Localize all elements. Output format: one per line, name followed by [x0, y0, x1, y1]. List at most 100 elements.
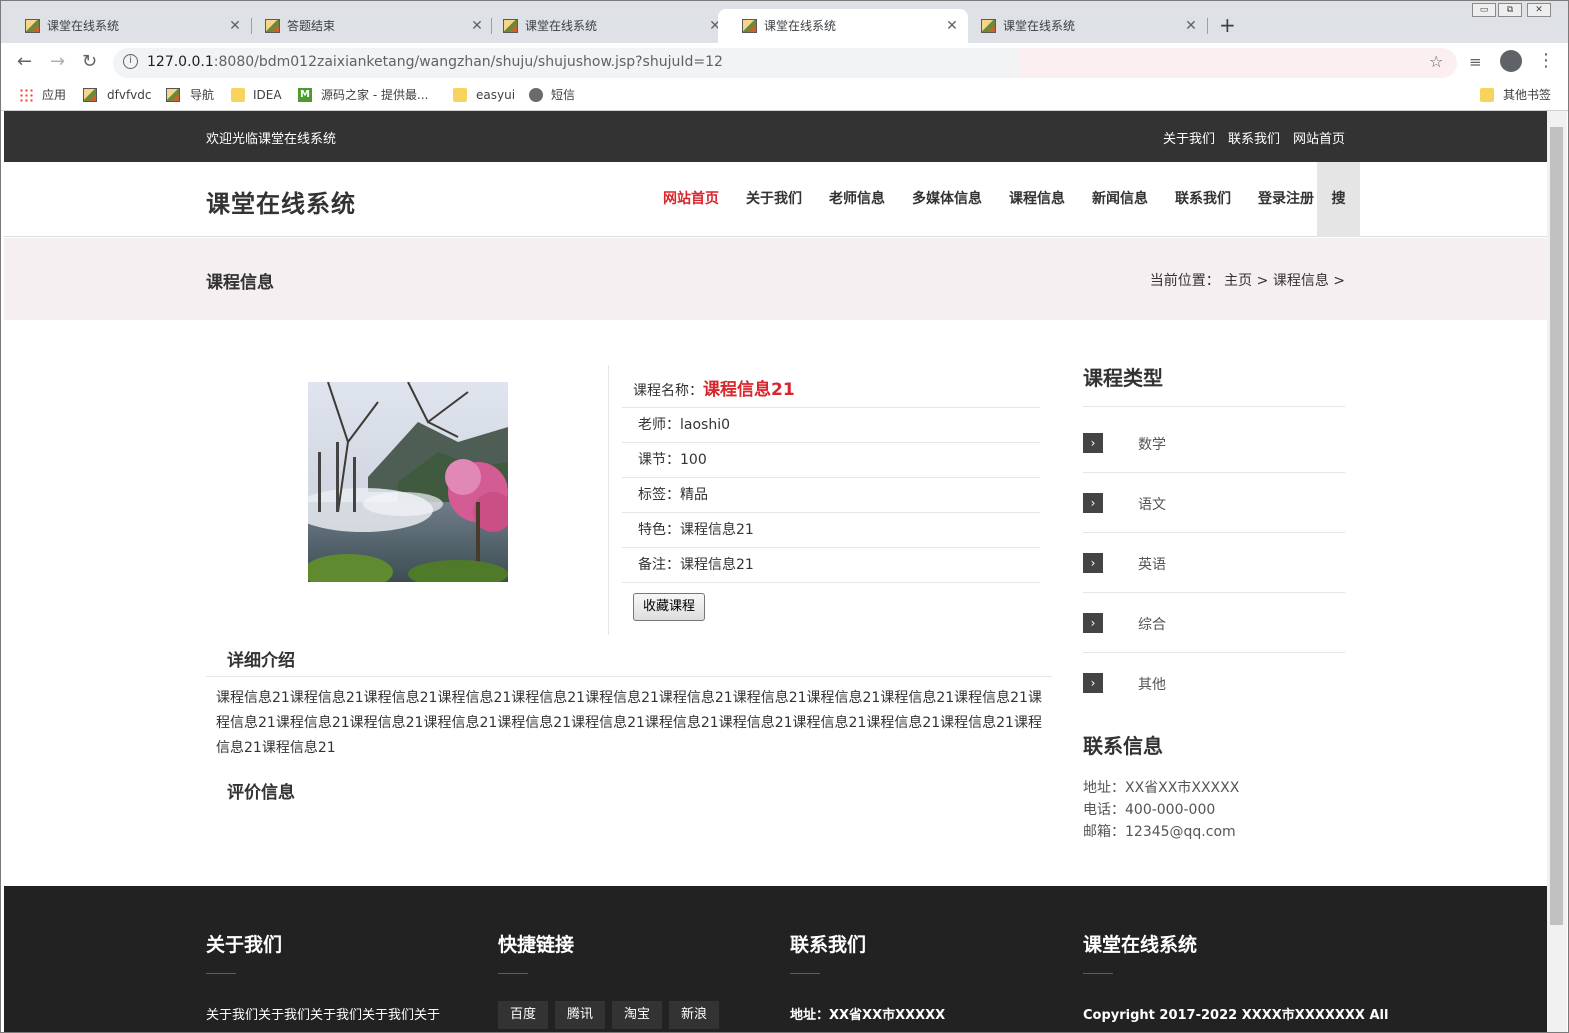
contact-heading: 联系信息 — [1083, 734, 1163, 758]
bookmark-apps[interactable]: 应用 — [19, 87, 66, 103]
course-type-item[interactable]: › 数学 — [1083, 413, 1345, 473]
site-logo[interactable]: 课堂在线系统 — [206, 184, 356, 219]
bookmark-item[interactable]: 导航 — [166, 87, 214, 103]
footer-contact-text: 地址：XX省XX市XXXXX — [790, 1008, 946, 1023]
breadcrumb[interactable]: 当前位置： 主页 > 课程信息 > — [1150, 270, 1345, 290]
close-tab-icon[interactable]: ✕ — [1181, 9, 1201, 43]
bookmark-item[interactable]: M 源码之家 - 提供最... — [298, 87, 428, 103]
footer-site-heading: 课堂在线系统 — [1083, 934, 1198, 956]
divider — [206, 676, 1052, 677]
nav-about[interactable]: 关于我们 — [746, 162, 802, 237]
m-favicon-icon: M — [298, 88, 312, 102]
page-favicon-icon — [981, 19, 996, 33]
browser-tab-active[interactable]: 课堂在线系统 ✕ — [718, 9, 968, 43]
course-types-heading: 课程类型 — [1083, 366, 1163, 390]
field-feature: 特色：课程信息21 — [622, 513, 1040, 548]
bookmark-item[interactable]: dfvfvdc — [83, 87, 151, 103]
bookmark-folder[interactable]: IDEA — [231, 87, 282, 103]
site-info-icon[interactable]: i — [123, 54, 138, 69]
footer-link-taobao[interactable]: 淘宝 — [612, 1001, 663, 1029]
course-name-label: 课程名称： — [633, 383, 703, 399]
chevron-right-icon: › — [1083, 433, 1103, 453]
contact-email: 邮箱：12345@qq.com — [1083, 824, 1236, 840]
divider — [1083, 406, 1345, 407]
nav-home[interactable]: 网站首页 — [663, 162, 719, 237]
page-title: 课程信息 — [206, 273, 274, 293]
page-favicon-icon — [265, 19, 280, 33]
footer-link-sina[interactable]: 新浪 — [669, 1001, 720, 1029]
menu-kebab-icon[interactable]: ⋮ — [1537, 50, 1555, 71]
close-window-icon[interactable]: ✕ — [1527, 3, 1551, 17]
new-tab-icon[interactable]: + — [1219, 13, 1236, 37]
page-viewport: 欢迎光临课堂在线系统 关于我们 联系我们 网站首页 课堂在线系统 网站首页 关于我们老… — [4, 111, 1547, 1032]
course-image — [308, 382, 508, 582]
globe-icon — [529, 88, 543, 102]
back-icon[interactable]: ← — [17, 51, 32, 72]
url-text: 127.0.0.1:8080/bdm012zaixianketang/wangz… — [147, 54, 723, 70]
nav-multimedia[interactable]: 多媒体信息 — [912, 162, 982, 237]
footer-copyright: Copyright 2017-2022 XXXX市XXXXXXX All — [1083, 1008, 1389, 1023]
chevron-right-icon: › — [1083, 493, 1103, 513]
restore-icon[interactable]: ⧉ — [1498, 3, 1522, 17]
site-header: 课堂在线系统 网站首页 关于我们 老师信息 多媒体信息 课程信息 新闻信息 联系我们 登录注册… — [4, 162, 1547, 237]
browser-tab[interactable]: 课堂在线系统 ✕ — [479, 9, 729, 43]
bookmark-folder[interactable]: easyui — [453, 87, 515, 103]
site-footer: 关于我们 关于我们关于我们关于我们关于我们关于 快捷链接 百度 腾讯 淘宝 新浪… — [4, 886, 1547, 1032]
browser-tab[interactable]: 答题结束 ✕ — [241, 9, 492, 43]
nav-teachers[interactable]: 老师信息 — [829, 162, 885, 237]
footer-link-baidu[interactable]: 百度 — [498, 1001, 549, 1029]
media-control-icon[interactable]: ≡ — [1469, 53, 1482, 71]
course-type-item[interactable]: › 综合 — [1083, 593, 1345, 653]
footer-accent-line — [1083, 973, 1113, 974]
course-type-item[interactable]: › 英语 — [1083, 533, 1345, 593]
folder-icon — [453, 88, 467, 102]
top-link-contact[interactable]: 联系我们 — [1228, 132, 1280, 147]
footer-links-heading: 快捷链接 — [498, 934, 575, 956]
course-type-item[interactable]: › 语文 — [1083, 473, 1345, 533]
nav-news[interactable]: 新闻信息 — [1092, 162, 1148, 237]
minimize-icon[interactable]: ▭ — [1472, 3, 1496, 17]
reload-icon[interactable]: ↻ — [82, 51, 97, 72]
footer-contact-heading: 联系我们 — [790, 934, 867, 956]
scrollbar-thumb[interactable] — [1550, 127, 1563, 925]
course-type-item[interactable]: › 其他 — [1083, 653, 1345, 713]
top-link-about[interactable]: 关于我们 — [1163, 132, 1215, 147]
other-bookmarks[interactable]: 其他书签 — [1480, 87, 1551, 103]
detail-text: 课程信息21课程信息21课程信息21课程信息21课程信息21课程信息21课程信息… — [216, 690, 1042, 756]
footer-accent-line — [790, 973, 820, 974]
page-scrollbar[interactable] — [1547, 111, 1567, 1032]
browser-tab[interactable]: 课堂在线系统 ✕ — [1, 9, 252, 43]
contact-address: 地址：XX省XX市XXXXX — [1083, 780, 1240, 796]
nav-login[interactable]: 登录注册 — [1258, 162, 1314, 237]
tab-title: 课堂在线系统 — [525, 19, 598, 33]
tab-title: 课堂在线系统 — [764, 19, 837, 33]
page-favicon-icon — [742, 19, 757, 33]
top-link-home[interactable]: 网站首页 — [1293, 132, 1345, 147]
nav-courses[interactable]: 课程信息 — [1009, 162, 1065, 237]
profile-avatar-icon[interactable] — [1500, 50, 1522, 72]
footer-accent-line — [206, 973, 236, 974]
contact-phone: 电话：400-000-000 — [1083, 802, 1216, 818]
bookmark-item[interactable]: 短信 — [529, 87, 575, 103]
footer-link-tencent[interactable]: 腾讯 — [555, 1001, 606, 1029]
tab-title: 答题结束 — [287, 19, 336, 33]
folder-icon — [231, 88, 245, 102]
divider — [608, 365, 609, 635]
welcome-text: 欢迎光临课堂在线系统 — [206, 132, 337, 147]
search-button[interactable]: 搜 — [1317, 162, 1360, 237]
image-favicon-icon — [166, 88, 180, 102]
site-topbar: 欢迎光临课堂在线系统 关于我们 联系我们 网站首页 — [4, 111, 1547, 162]
forward-icon[interactable]: → — [50, 51, 65, 72]
bookmark-star-icon[interactable]: ☆ — [1429, 52, 1443, 71]
main-nav: 网站首页 关于我们 老师信息 多媒体信息 课程信息 新闻信息 联系我们 登录注册 — [663, 162, 1341, 237]
browser-tab[interactable]: 课堂在线系统 ✕ — [957, 9, 1208, 43]
footer-accent-line — [498, 973, 528, 974]
nav-contact[interactable]: 联系我们 — [1175, 162, 1231, 237]
address-bar-end[interactable] — [1019, 48, 1457, 78]
field-lessons: 课节：100 — [622, 443, 1040, 478]
footer-about-text: 关于我们关于我们关于我们关于我们关于 — [206, 1008, 441, 1023]
favorite-course-button[interactable]: 收藏课程 — [633, 593, 705, 621]
field-teacher: 老师：laoshi0 — [622, 408, 1040, 443]
address-bar[interactable]: i 127.0.0.1:8080/bdm012zaixianketang/wan… — [113, 48, 1019, 78]
page-favicon-icon — [503, 19, 518, 33]
